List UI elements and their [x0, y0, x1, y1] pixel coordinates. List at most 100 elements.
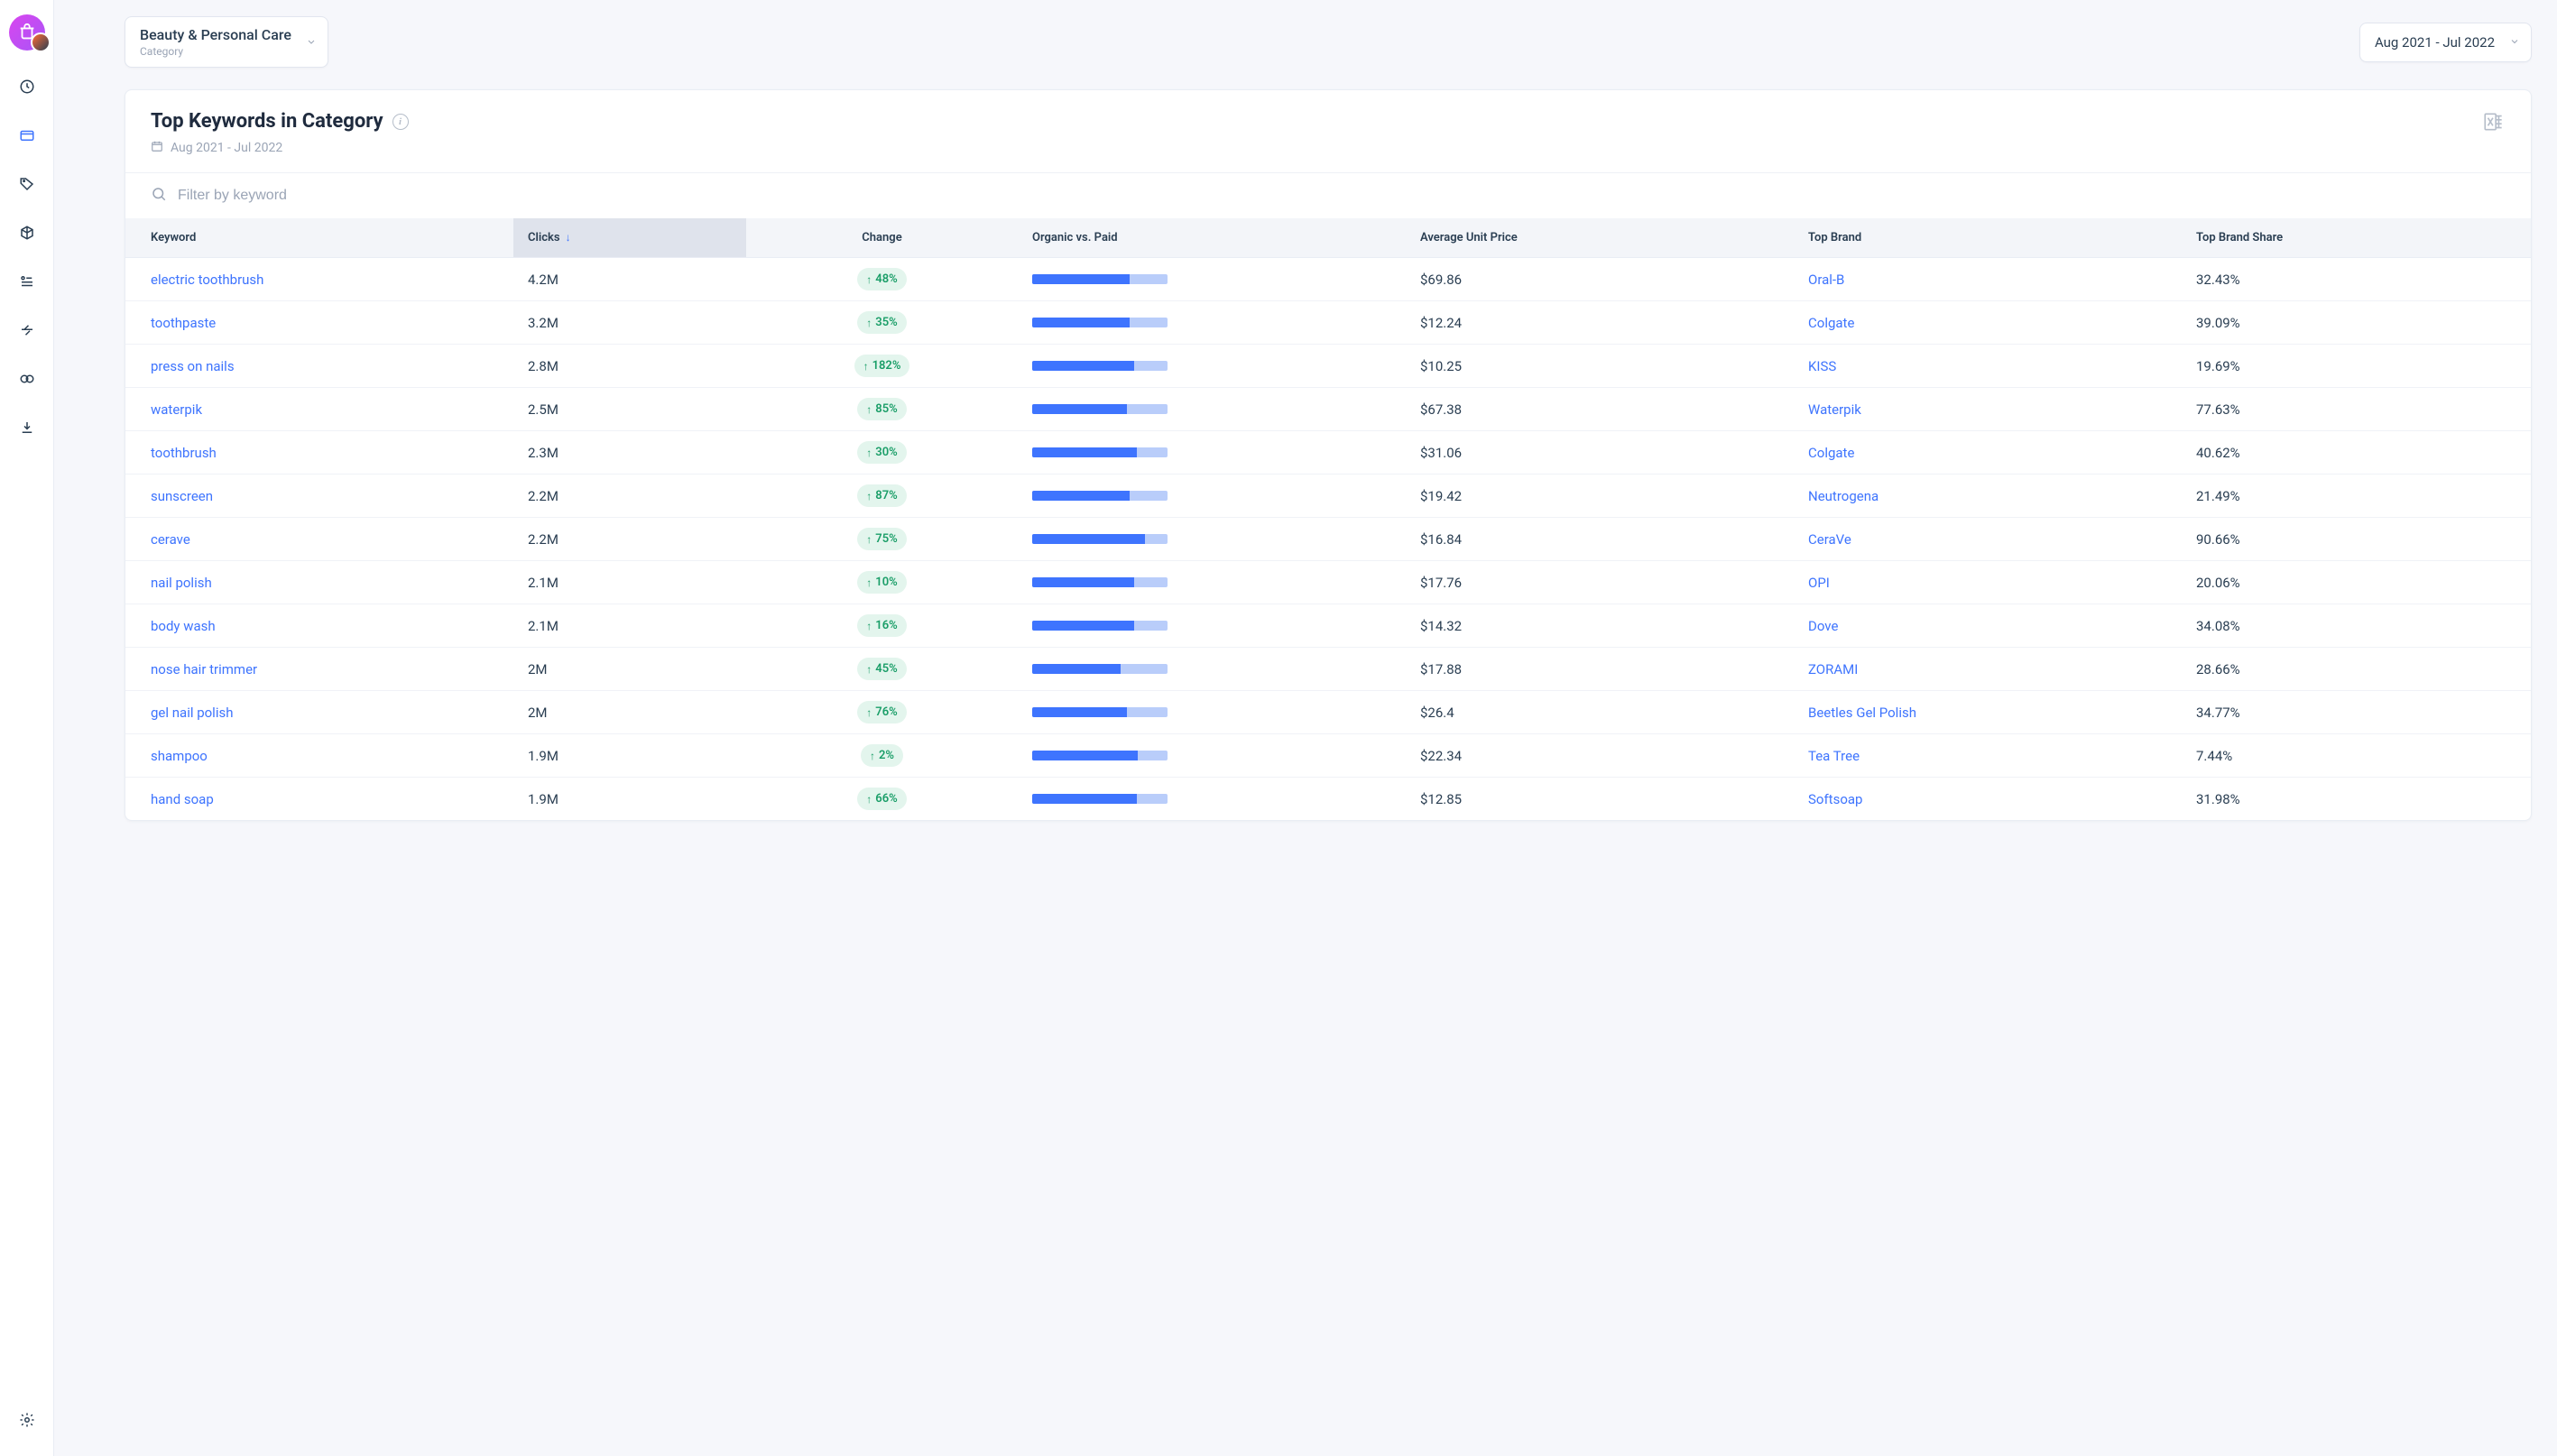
date-range-label: Aug 2021 - Jul 2022: [2375, 34, 2495, 51]
keyword-link[interactable]: shampoo: [151, 748, 208, 764]
keyword-link[interactable]: nail polish: [151, 575, 212, 591]
price-value: $16.84: [1406, 518, 1794, 561]
col-header-keyword[interactable]: Keyword: [125, 218, 513, 258]
keyword-link[interactable]: sunscreen: [151, 488, 213, 504]
table-row: body wash2.1M↑ 16%$14.32Dove34.08%: [125, 604, 2531, 648]
arrow-up-icon: ↑: [863, 360, 869, 373]
change-badge: ↑ 182%: [854, 355, 910, 377]
arrow-up-icon: ↑: [866, 273, 872, 286]
brand-link[interactable]: CeraVe: [1808, 531, 1851, 548]
table-row: toothpaste3.2M↑ 35%$12.24Colgate39.09%: [125, 301, 2531, 345]
brand-link[interactable]: Colgate: [1808, 315, 1854, 331]
nav-link-icon[interactable]: [13, 364, 42, 393]
clicks-value: 2.2M: [513, 518, 746, 561]
brand-link[interactable]: KISS: [1808, 358, 1836, 374]
brand-link[interactable]: Dove: [1808, 618, 1838, 634]
brand-link[interactable]: ZORAMI: [1808, 661, 1858, 677]
price-value: $12.85: [1406, 778, 1794, 821]
keyword-link[interactable]: hand soap: [151, 791, 214, 807]
category-subtitle: Category: [140, 45, 291, 58]
table-row: press on nails2.8M↑ 182%$10.25KISS19.69%: [125, 345, 2531, 388]
info-icon[interactable]: i: [392, 114, 409, 130]
share-value: 40.62%: [2182, 431, 2531, 475]
col-header-organic-vs-paid[interactable]: Organic vs. Paid: [1018, 218, 1406, 258]
nav-cube-icon[interactable]: [13, 218, 42, 247]
keyword-link[interactable]: nose hair trimmer: [151, 661, 257, 677]
keyword-link[interactable]: toothpaste: [151, 315, 216, 331]
share-value: 20.06%: [2182, 561, 2531, 604]
price-value: $17.88: [1406, 648, 1794, 691]
share-value: 34.08%: [2182, 604, 2531, 648]
table-row: nose hair trimmer2M↑ 45%$17.88ZORAMI28.6…: [125, 648, 2531, 691]
price-value: $69.86: [1406, 258, 1794, 301]
organic-paid-bar: [1032, 577, 1168, 587]
sidebar: [0, 0, 54, 1456]
brand-link[interactable]: Tea Tree: [1808, 748, 1860, 764]
category-selector[interactable]: Beauty & Personal Care Category: [125, 16, 328, 68]
change-badge: ↑ 75%: [857, 528, 906, 550]
share-value: 34.77%: [2182, 691, 2531, 734]
share-value: 77.63%: [2182, 388, 2531, 431]
clicks-value: 2.2M: [513, 475, 746, 518]
clicks-value: 2.1M: [513, 561, 746, 604]
nav-tag-icon[interactable]: [13, 170, 42, 198]
app-logo[interactable]: [9, 14, 45, 51]
table-row: cerave2.2M↑ 75%$16.84CeraVe90.66%: [125, 518, 2531, 561]
share-value: 32.43%: [2182, 258, 2531, 301]
price-value: $67.38: [1406, 388, 1794, 431]
keyword-link[interactable]: gel nail polish: [151, 705, 233, 721]
keyword-link[interactable]: press on nails: [151, 358, 235, 374]
nav-list-icon[interactable]: [13, 267, 42, 296]
col-header-top-brand-share[interactable]: Top Brand Share: [2182, 218, 2531, 258]
keyword-link[interactable]: body wash: [151, 618, 216, 634]
col-header-top-brand[interactable]: Top Brand: [1794, 218, 2182, 258]
arrow-up-icon: ↑: [866, 533, 872, 546]
keyword-link[interactable]: toothbrush: [151, 445, 217, 461]
table-row: hand soap1.9M↑ 66%$12.85Softsoap31.98%: [125, 778, 2531, 821]
sort-arrow-down-icon: ↓: [566, 231, 571, 244]
price-value: $17.76: [1406, 561, 1794, 604]
organic-paid-bar: [1032, 534, 1168, 544]
arrow-up-icon: ↑: [866, 706, 872, 719]
date-range-selector[interactable]: Aug 2021 - Jul 2022: [2359, 23, 2532, 62]
brand-link[interactable]: Waterpik: [1808, 401, 1861, 418]
change-badge: ↑ 16%: [857, 614, 906, 637]
organic-paid-bar: [1032, 361, 1168, 371]
arrow-up-icon: ↑: [870, 750, 875, 762]
card-date-range: Aug 2021 - Jul 2022: [171, 141, 282, 155]
organic-paid-bar: [1032, 318, 1168, 327]
export-excel-button[interactable]: [2482, 110, 2506, 137]
brand-link[interactable]: Oral-B: [1808, 272, 1844, 288]
keywords-table: Keyword Clicks↓ Change Organic vs. Paid …: [125, 218, 2531, 820]
change-badge: ↑ 10%: [857, 571, 906, 594]
share-value: 21.49%: [2182, 475, 2531, 518]
change-badge: ↑ 85%: [857, 398, 906, 420]
arrow-up-icon: ↑: [866, 490, 872, 502]
nav-collapse-icon[interactable]: [13, 316, 42, 345]
price-value: $19.42: [1406, 475, 1794, 518]
brand-link[interactable]: Neutrogena: [1808, 488, 1879, 504]
brand-link[interactable]: Softsoap: [1808, 791, 1862, 807]
search-icon: [151, 186, 167, 206]
arrow-up-icon: ↑: [866, 317, 872, 329]
brand-link[interactable]: OPI: [1808, 575, 1830, 591]
nav-clock-icon[interactable]: [13, 72, 42, 101]
arrow-up-icon: ↑: [866, 663, 872, 676]
table-row: sunscreen2.2M↑ 87%$19.42Neutrogena21.49%: [125, 475, 2531, 518]
col-header-avg-price[interactable]: Average Unit Price: [1406, 218, 1794, 258]
keyword-link[interactable]: cerave: [151, 531, 190, 548]
filter-input[interactable]: [178, 188, 2506, 204]
nav-card-icon[interactable]: [13, 121, 42, 150]
col-header-change[interactable]: Change: [746, 218, 1018, 258]
brand-link[interactable]: Colgate: [1808, 445, 1854, 461]
col-header-clicks[interactable]: Clicks↓: [513, 218, 746, 258]
keyword-link[interactable]: electric toothbrush: [151, 272, 263, 288]
price-value: $14.32: [1406, 604, 1794, 648]
organic-paid-bar: [1032, 751, 1168, 760]
share-value: 39.09%: [2182, 301, 2531, 345]
share-value: 31.98%: [2182, 778, 2531, 821]
brand-link[interactable]: Beetles Gel Polish: [1808, 705, 1916, 721]
keyword-link[interactable]: waterpik: [151, 401, 202, 418]
nav-settings-icon[interactable]: [13, 1405, 42, 1434]
nav-download-icon[interactable]: [13, 413, 42, 442]
